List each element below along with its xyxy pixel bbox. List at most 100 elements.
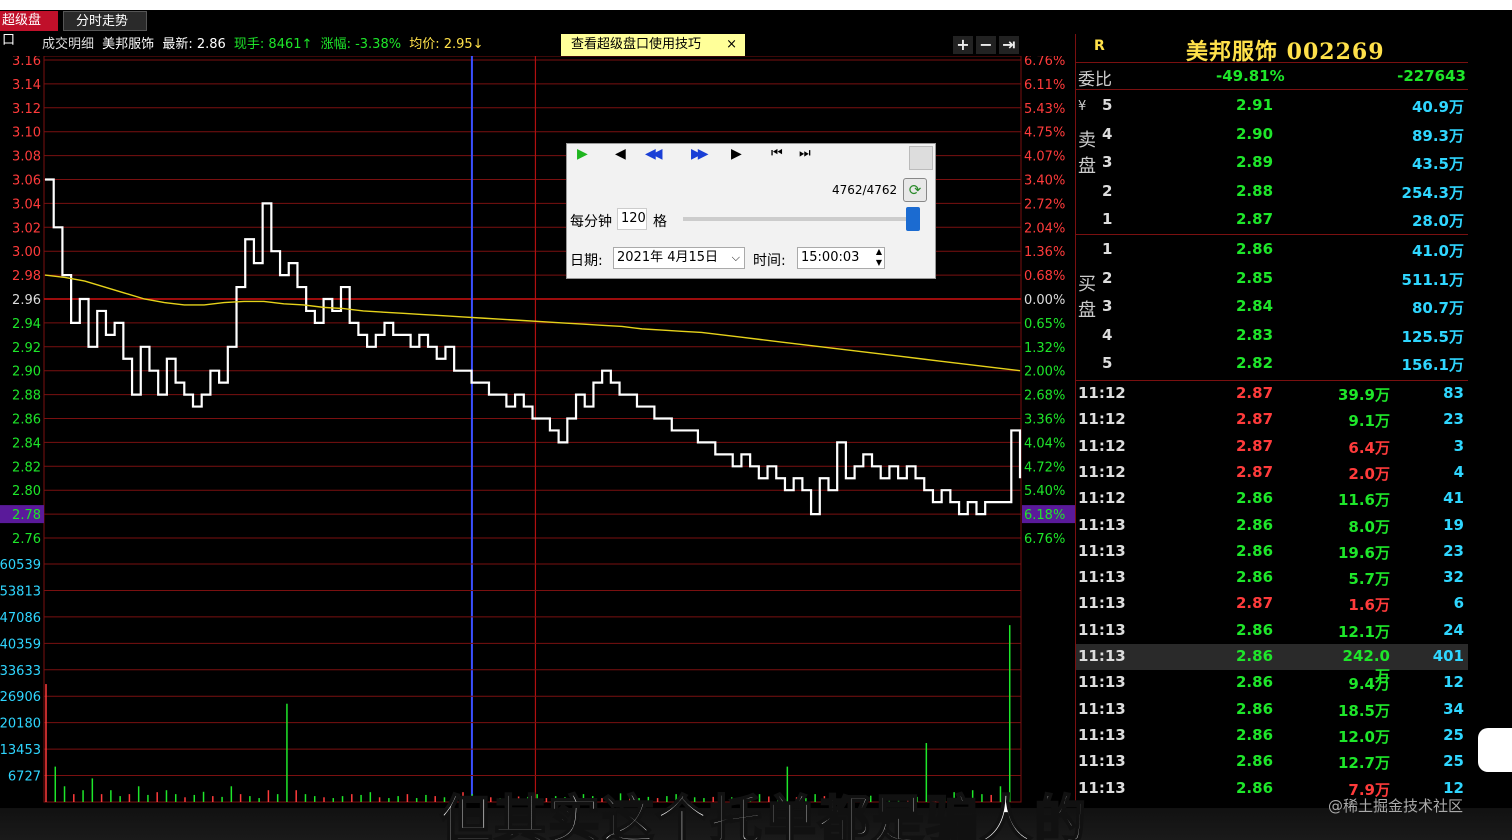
tick-row[interactable]: 11:13 2.87 1.6万 6 xyxy=(1076,591,1468,617)
buy-row-3[interactable]: 3 2.84 80.7万 xyxy=(1076,293,1468,321)
tick-row[interactable]: 11:13 2.86 12.7万 25 xyxy=(1076,749,1468,775)
level-price: 2.83 xyxy=(1236,325,1274,344)
level-volume: 89.3万 xyxy=(1411,126,1464,145)
pct-tick-label: 2.68% xyxy=(1024,389,1065,404)
tick-row[interactable]: 11:12 2.87 6.4万 3 xyxy=(1076,434,1468,460)
sell-row-4[interactable]: 4 2.90 89.3万 xyxy=(1076,121,1468,149)
skip-start-icon[interactable]: ⏮ xyxy=(771,144,783,164)
step-forward-icon[interactable]: ▶ xyxy=(731,144,742,164)
trade-detail-link[interactable]: 成交明细 xyxy=(42,37,94,52)
buy-row-2[interactable]: 2 2.85 511.1万 xyxy=(1076,265,1468,293)
replay-dialog[interactable]: ▶ ◀ ◀◀ ▶▶ ▶ ⏮ ⏭ 4762/4762 ⟳ 每分钟 120 格 日期… xyxy=(566,143,936,279)
buy-row-1[interactable]: 1 2.86 41.0万 xyxy=(1076,236,1468,264)
tick-row[interactable]: 11:13 2.86 18.5万 34 xyxy=(1076,697,1468,723)
tick-time: 11:13 xyxy=(1078,541,1126,560)
tick-count: 23 xyxy=(1443,541,1464,560)
watermark: @稀土掘金技术社区 xyxy=(1328,797,1464,815)
video-play-icon[interactable] xyxy=(1478,728,1512,772)
refresh-icon[interactable]: ⟳ xyxy=(903,178,927,202)
time-spinner[interactable]: 15:00:03 ▲ ▼ xyxy=(797,247,885,269)
tick-time: 11:12 xyxy=(1078,384,1126,402)
tick-price: 2.86 xyxy=(1236,699,1274,718)
weibi-row: 委比 -49.81% -227643 xyxy=(1076,62,1468,90)
tick-row[interactable]: 11:13 2.86 5.7万 32 xyxy=(1076,565,1468,591)
tick-price: 2.86 xyxy=(1236,541,1274,560)
buy-row-4[interactable]: 4 2.83 125.5万 xyxy=(1076,322,1468,350)
pct-tick-label: 2.04% xyxy=(1024,221,1065,236)
chevron-down-icon[interactable]: ⌵ xyxy=(732,248,740,268)
pct-tick-label: 5.43% xyxy=(1024,102,1065,117)
pct-tick-label: 2.00% xyxy=(1024,365,1065,380)
tick-row[interactable]: 11:13 2.86 19.6万 23 xyxy=(1076,539,1468,565)
pct-tick-label: 1.36% xyxy=(1024,245,1065,260)
buy-row-5[interactable]: 5 2.82 156.1万 xyxy=(1076,350,1468,378)
tick-count: 83 xyxy=(1443,384,1464,402)
collapse-panel-button[interactable]: ⇥ xyxy=(999,36,1019,54)
pct-tick-label: 0.00% xyxy=(1024,293,1065,308)
price-tick-label: 2.82 xyxy=(12,460,41,475)
sell-row-5[interactable]: 5 2.91 40.9万 xyxy=(1076,92,1468,120)
tick-list[interactable]: 11:12 2.87 39.9万 83 11:12 2.87 9.1万 23 11:12 2.87… xyxy=(1076,380,1468,799)
tick-price: 2.86 xyxy=(1236,778,1274,797)
tick-row[interactable]: 11:12 2.87 9.1万 23 xyxy=(1076,407,1468,433)
per-minute-input[interactable]: 120 xyxy=(617,208,647,230)
tick-price: 2.86 xyxy=(1236,752,1274,771)
sell-row-2[interactable]: 2 2.88 254.3万 xyxy=(1076,178,1468,206)
sell-row-1[interactable]: 1 2.87 28.0万 xyxy=(1076,206,1468,234)
tick-row[interactable]: 11:12 2.87 39.9万 83 xyxy=(1076,381,1468,407)
tick-row[interactable]: 11:13 2.86 8.0万 19 xyxy=(1076,513,1468,539)
skip-end-icon[interactable]: ⏭ xyxy=(799,144,811,164)
tab-super-orderbook[interactable]: 超级盘口 xyxy=(0,11,58,48)
tab-intraday-trend[interactable]: 分时走势 xyxy=(63,11,147,31)
level-price: 2.88 xyxy=(1236,181,1274,200)
volume-tick-label: 20180 xyxy=(0,717,41,732)
tick-row[interactable]: 11:13 2.86 12.1万 24 xyxy=(1076,618,1468,644)
spinner-arrows-icon[interactable]: ▲ ▼ xyxy=(876,246,882,268)
tick-volume: 12.7万 xyxy=(1337,754,1390,773)
pct-tick-label: 6.76% xyxy=(1024,56,1065,69)
price-tick-label: 2.96 xyxy=(12,293,41,308)
date-picker[interactable]: 2021年 4月15日 ⌵ xyxy=(613,247,745,269)
pct-tick-label: 6.18% xyxy=(1024,508,1065,523)
zoom-out-button[interactable]: − xyxy=(976,36,996,54)
tick-row[interactable]: 11:12 2.86 11.6万 41 xyxy=(1076,486,1468,512)
sell-book: ¥ 卖盘 5 2.91 40.9万 4 2.90 89.3万 3 2.89 43.5万 2 2.88… xyxy=(1076,92,1468,235)
level-number: 1 xyxy=(1102,210,1113,228)
tick-volume: 12.0万 xyxy=(1337,727,1390,746)
play-icon[interactable]: ▶ xyxy=(577,144,588,164)
level-price: 2.91 xyxy=(1236,96,1274,114)
zoom-in-button[interactable]: + xyxy=(953,36,973,54)
tab-bar: 超级盘口 分时走势 xyxy=(0,10,1512,48)
rewind-icon[interactable]: ◀◀ xyxy=(645,144,662,164)
level-price: 2.85 xyxy=(1236,268,1274,287)
tick-row[interactable]: 11:13 2.86 242.0万 401 xyxy=(1076,644,1468,685)
level-price: 2.87 xyxy=(1236,210,1274,228)
price-tick-label: 2.88 xyxy=(12,389,41,404)
price-tick-label: 3.14 xyxy=(12,78,41,93)
tick-row[interactable]: 11:13 2.86 12.0万 25 xyxy=(1076,723,1468,749)
current-hand: 现手: 8461↑ xyxy=(233,37,313,52)
level-volume: 511.1万 xyxy=(1401,270,1464,289)
close-icon[interactable]: × xyxy=(726,34,737,56)
fast-forward-icon[interactable]: ▶▶ xyxy=(691,144,708,164)
per-minute-label: 每分钟 xyxy=(570,214,612,230)
date-value: 2021年 4月15日 xyxy=(617,250,719,265)
tick-row[interactable]: 11:12 2.87 2.0万 4 xyxy=(1076,460,1468,486)
pct-tick-label: 6.11% xyxy=(1024,78,1065,93)
tick-price: 2.86 xyxy=(1236,489,1274,508)
sell-row-3[interactable]: 3 2.89 43.5万 xyxy=(1076,149,1468,177)
tick-count: 3 xyxy=(1453,436,1464,455)
speed-slider-track[interactable] xyxy=(683,217,913,221)
tick-row[interactable]: 11:13 2.86 9.4万 12 xyxy=(1076,670,1468,696)
step-back-icon[interactable]: ◀ xyxy=(615,144,626,164)
speed-slider-thumb[interactable] xyxy=(906,207,920,231)
tick-volume: 39.9万 xyxy=(1337,386,1390,404)
dialog-close-button[interactable] xyxy=(909,146,933,170)
order-book-header: R 美邦服饰 002269 xyxy=(1076,34,1468,65)
tick-count: 25 xyxy=(1443,725,1464,744)
usage-tips-banner[interactable]: 查看超级盘口使用技巧 × xyxy=(561,34,745,56)
volume-tick-label: 26906 xyxy=(0,690,41,705)
tick-volume: 12.1万 xyxy=(1337,622,1390,641)
level-number: 4 xyxy=(1102,325,1113,344)
r-marker: R xyxy=(1094,38,1105,54)
